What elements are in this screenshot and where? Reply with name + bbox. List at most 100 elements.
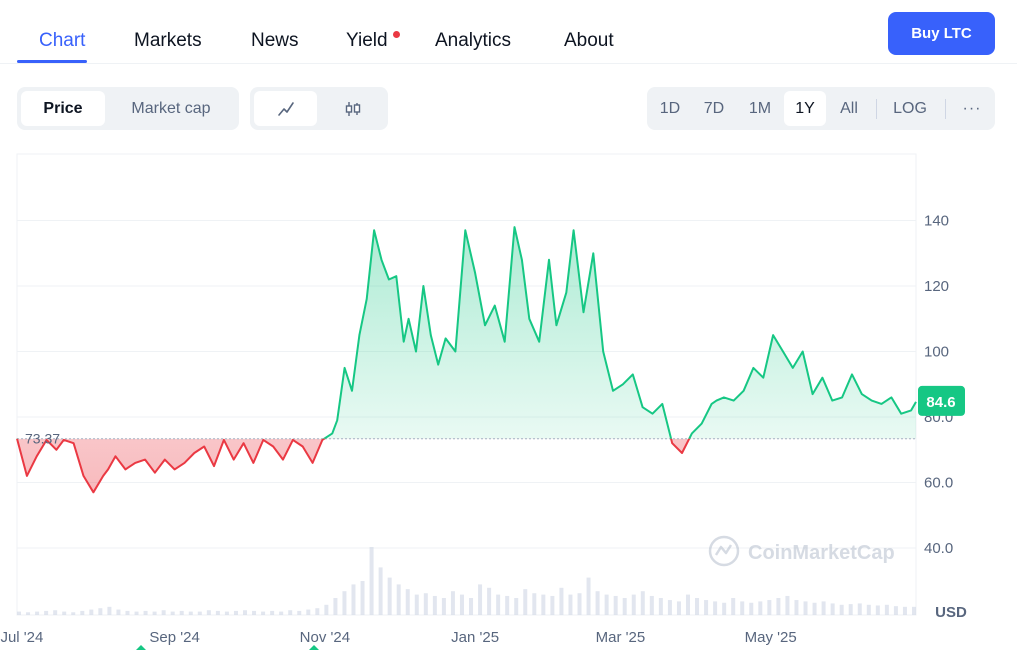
candlestick-button[interactable] xyxy=(321,91,384,126)
range-7d[interactable]: 7D xyxy=(693,91,735,126)
range-1d[interactable]: 1D xyxy=(651,91,689,126)
volume-bar xyxy=(152,611,157,615)
volume-bar xyxy=(478,584,483,615)
watermark: CoinMarketCap xyxy=(708,535,895,567)
tab-markets[interactable]: Markets xyxy=(134,30,202,52)
buy-ltc-button[interactable]: Buy LTC xyxy=(888,12,995,55)
volume-bar xyxy=(414,594,419,615)
volume-bar xyxy=(26,612,31,615)
volume-bar xyxy=(279,611,284,615)
volume-bar xyxy=(161,610,166,615)
volume-bar xyxy=(89,609,94,615)
x-tick-label: Mar '25 xyxy=(596,629,646,646)
volume-bar xyxy=(333,598,338,615)
volume-bar xyxy=(613,595,618,615)
volume-bar xyxy=(98,608,103,615)
volume-bar xyxy=(71,612,76,615)
volume-bar xyxy=(767,600,772,615)
volume-bar xyxy=(821,601,826,615)
volume-bar xyxy=(731,598,736,615)
range-toggle: 1D 7D 1M 1Y All LOG ··· xyxy=(647,87,995,130)
x-tick-label: Nov '24 xyxy=(300,629,350,646)
metric-toggle: Price Market cap xyxy=(17,87,239,130)
tab-yield[interactable]: Yield xyxy=(346,30,388,52)
market-cap-tab[interactable]: Market cap xyxy=(113,91,229,126)
volume-bar xyxy=(450,591,455,615)
line-chart-button[interactable] xyxy=(254,91,317,126)
y-tick-label: 100 xyxy=(924,344,949,361)
volume-bar xyxy=(586,577,591,615)
volume-bar xyxy=(134,611,139,615)
volume-bar xyxy=(351,584,356,615)
volume-bar xyxy=(405,589,410,615)
y-tick-label: 60.0 xyxy=(924,475,953,492)
volume-bar xyxy=(794,600,799,615)
range-divider xyxy=(876,99,877,119)
volume-bar xyxy=(369,547,374,615)
volume-bar xyxy=(568,594,573,615)
volume-bar xyxy=(125,610,130,615)
volume-bar xyxy=(658,598,663,615)
x-tick-label: May '25 xyxy=(745,629,797,646)
volume-bar xyxy=(776,598,781,615)
more-options-button[interactable]: ··· xyxy=(953,91,991,126)
x-tick-label: Jan '25 xyxy=(451,629,499,646)
y-tick-label: 120 xyxy=(924,278,949,295)
volume-bar xyxy=(378,567,383,615)
price-tab[interactable]: Price xyxy=(21,91,105,126)
volume-bar xyxy=(695,598,700,615)
volume-bar xyxy=(215,610,220,615)
volume-bar xyxy=(35,611,40,615)
volume-bar xyxy=(143,610,148,615)
volume-bar xyxy=(676,601,681,615)
range-all[interactable]: All xyxy=(831,91,867,126)
volume-bar xyxy=(44,610,49,615)
volume-bar xyxy=(315,608,320,615)
range-1m[interactable]: 1M xyxy=(739,91,781,126)
volume-bar xyxy=(667,600,672,615)
volume-bar xyxy=(631,594,636,615)
volume-bar xyxy=(487,587,492,615)
volume-bar xyxy=(261,611,266,615)
volume-bar xyxy=(107,606,112,615)
volume-bar xyxy=(324,604,329,615)
volume-bar xyxy=(62,611,67,615)
volume-bar xyxy=(749,602,754,615)
volume-bar xyxy=(459,594,464,615)
volume-bar xyxy=(243,610,248,615)
volume-bar xyxy=(233,610,238,615)
volume-bar xyxy=(532,593,537,615)
volume-bar xyxy=(197,611,202,615)
volume-bar xyxy=(893,606,898,615)
volume-bar xyxy=(713,601,718,615)
volume-bar xyxy=(53,610,58,615)
volume-bar xyxy=(839,604,844,615)
volume-bar xyxy=(595,591,600,615)
chart-type-toggle xyxy=(250,87,388,130)
x-axis: Jul '24 Sep '24 Nov '24 Jan '25 Mar '25 May '… xyxy=(0,629,796,646)
tab-about[interactable]: About xyxy=(564,30,614,52)
volume-bar xyxy=(649,595,654,615)
log-scale-toggle[interactable]: LOG xyxy=(885,91,935,126)
volume-bar xyxy=(306,609,311,615)
volume-bar xyxy=(514,598,519,615)
tab-news[interactable]: News xyxy=(251,30,299,52)
volume-bar xyxy=(622,598,627,615)
watermark-text: CoinMarketCap xyxy=(748,542,895,564)
y-tick-label: 140 xyxy=(924,213,949,230)
volume-bar xyxy=(875,605,880,615)
current-price-tag: 84.6 xyxy=(918,385,965,416)
y-unit-label: USD xyxy=(935,604,967,621)
volume-bar xyxy=(432,595,437,615)
price-chart[interactable]: CoinMarketCap 73.37 14012010080.060.040.… xyxy=(0,150,1017,650)
volume-bar xyxy=(685,594,690,615)
range-1y[interactable]: 1Y xyxy=(784,91,826,126)
volume-bar xyxy=(360,581,365,615)
volume-bar xyxy=(740,601,745,615)
volume-bar xyxy=(523,589,528,615)
active-tab-indicator xyxy=(17,60,87,63)
tab-chart[interactable]: Chart xyxy=(39,30,85,52)
volume-bar xyxy=(252,610,257,615)
tab-analytics[interactable]: Analytics xyxy=(435,30,511,52)
volume-bar xyxy=(342,591,347,615)
